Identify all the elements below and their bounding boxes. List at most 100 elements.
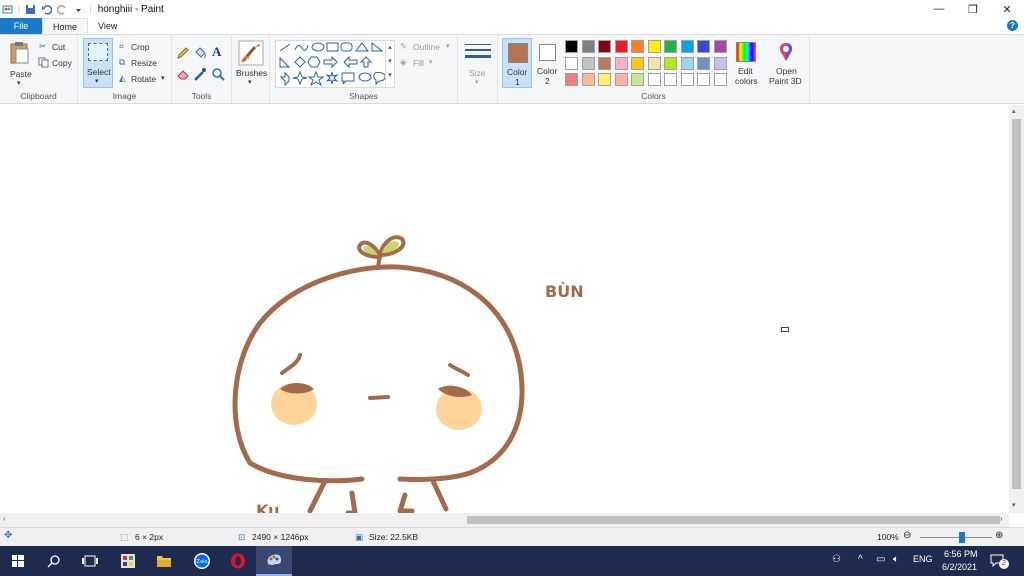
palette-swatch[interactable] xyxy=(680,56,694,70)
palette-swatch[interactable] xyxy=(565,56,578,70)
palette-swatch[interactable] xyxy=(581,40,595,53)
edit-colors-label: Edit xyxy=(738,66,753,76)
battery-icon[interactable]: ▭ xyxy=(876,554,885,565)
palette-swatch[interactable] xyxy=(647,40,661,53)
scroll-right-icon[interactable]: › xyxy=(1000,514,1003,523)
clock-time[interactable]: 6:56 PM xyxy=(944,549,978,559)
copy-button[interactable]: Copy xyxy=(38,57,74,69)
scroll-up-icon[interactable]: ▴ xyxy=(1012,107,1016,115)
text-tool-icon[interactable]: A xyxy=(212,44,221,60)
paint-app-icon[interactable] xyxy=(2,4,13,15)
paste-button[interactable]: Paste ▾ xyxy=(4,39,36,87)
taskbar-paint-active[interactable] xyxy=(256,546,292,576)
people-icon[interactable]: ⚇ xyxy=(832,554,841,565)
task-view-button[interactable] xyxy=(72,546,108,576)
palette-swatch[interactable] xyxy=(598,56,611,70)
vertical-scrollbar[interactable]: ▴ ▾ xyxy=(1009,105,1024,513)
shapes-gallery[interactable]: ▴ ▾ ▾ xyxy=(275,40,395,88)
paste-dropdown-icon[interactable]: ▾ xyxy=(17,79,21,87)
scroll-left-icon[interactable]: ‹ xyxy=(3,514,6,523)
palette-swatch[interactable] xyxy=(697,73,710,86)
scroll-down-icon[interactable]: ▾ xyxy=(1012,501,1016,509)
canvas[interactable]: BÙN Ku xyxy=(0,105,1009,513)
open-paint3d-button[interactable]: Open Paint 3D xyxy=(766,38,806,88)
palette-swatch[interactable] xyxy=(598,73,611,86)
palette-swatch[interactable] xyxy=(614,40,628,53)
resize-handle-icon[interactable] xyxy=(781,327,789,332)
palette-swatch[interactable] xyxy=(631,73,644,86)
select-icon xyxy=(88,43,108,61)
select-button[interactable]: Select ▾ xyxy=(83,38,113,88)
palette-swatch[interactable] xyxy=(713,40,727,53)
zoom-slider[interactable] xyxy=(920,532,992,543)
palette-swatch[interactable] xyxy=(647,73,661,86)
palette-swatch[interactable] xyxy=(598,40,611,53)
palette-swatch[interactable] xyxy=(565,73,578,86)
restore-button[interactable]: ❐ xyxy=(956,0,990,18)
edit-colors-button[interactable]: Edit colors xyxy=(732,38,762,88)
undo-icon[interactable] xyxy=(41,4,53,15)
palette-swatch[interactable] xyxy=(664,73,677,86)
select-dropdown-icon[interactable]: ▾ xyxy=(95,77,99,85)
shapes-scroll[interactable]: ▴ ▾ ▾ xyxy=(385,41,394,87)
zoom-slider-thumb[interactable] xyxy=(958,532,965,543)
language-indicator[interactable]: ENG xyxy=(913,554,933,564)
close-button[interactable]: ✕ xyxy=(990,0,1024,18)
color2-button[interactable]: Color 2 xyxy=(534,38,562,88)
palette-swatch[interactable] xyxy=(697,56,710,70)
color1-button[interactable]: Color 1 xyxy=(502,38,532,88)
palette-swatch[interactable] xyxy=(614,73,628,86)
cut-button[interactable]: ✂ Cut xyxy=(38,41,74,53)
minimize-button[interactable]: — xyxy=(922,0,956,18)
pencil-icon[interactable] xyxy=(176,46,190,60)
palette-swatch[interactable] xyxy=(713,73,727,86)
customize-quick-access-icon[interactable] xyxy=(73,4,84,15)
fill-dropdown-icon: ▾ xyxy=(429,59,433,66)
horizontal-scroll-thumb[interactable] xyxy=(467,516,1000,524)
tab-home[interactable]: Home xyxy=(42,18,89,34)
eraser-icon[interactable] xyxy=(176,67,190,81)
help-icon[interactable]: ? xyxy=(1007,20,1018,31)
open-paint3d-label-2: Paint 3D xyxy=(769,76,802,86)
volume-icon[interactable]: 🔈︎ xyxy=(893,554,899,565)
notifications-button[interactable]: 2 xyxy=(990,552,1010,570)
palette-swatch[interactable] xyxy=(631,56,644,70)
rotate-button[interactable]: ◭ Rotate ▾ xyxy=(118,73,168,85)
search-button[interactable] xyxy=(36,546,72,576)
palette-swatch[interactable] xyxy=(631,40,644,53)
clipboard-group: Paste ▾ ✂ Cut Copy Clipboard xyxy=(0,35,78,103)
save-icon[interactable] xyxy=(25,4,36,15)
vertical-scroll-thumb[interactable] xyxy=(1012,119,1021,489)
size-button[interactable]: Size ▾ xyxy=(458,35,498,103)
palette-swatch[interactable] xyxy=(581,73,595,86)
show-hidden-icons-icon[interactable]: ^ xyxy=(858,554,863,565)
horizontal-scrollbar[interactable]: ‹ › xyxy=(0,513,1009,527)
palette-swatch[interactable] xyxy=(664,56,677,70)
palette-swatch[interactable] xyxy=(713,56,727,70)
tab-view[interactable]: View xyxy=(88,18,127,34)
palette-swatch[interactable] xyxy=(680,40,694,53)
fill-bucket-icon[interactable] xyxy=(193,46,207,60)
taskbar-zalo[interactable]: Zalo xyxy=(184,546,220,576)
taskbar-app-paint-tools[interactable] xyxy=(110,546,146,576)
crop-button[interactable]: ⌗ Crop xyxy=(118,41,168,53)
palette-swatch[interactable] xyxy=(647,56,661,70)
magnifier-icon[interactable] xyxy=(211,67,225,81)
palette-swatch[interactable] xyxy=(614,56,628,70)
color-picker-icon[interactable] xyxy=(193,67,207,81)
palette-swatch[interactable] xyxy=(664,40,677,53)
palette-swatch[interactable] xyxy=(581,56,595,70)
redo-icon[interactable] xyxy=(57,4,68,15)
zoom-out-icon[interactable]: ⊖ xyxy=(903,530,911,541)
start-button[interactable] xyxy=(0,546,36,576)
taskbar-file-explorer[interactable] xyxy=(146,546,182,576)
tab-file[interactable]: File xyxy=(0,18,42,34)
palette-swatch[interactable] xyxy=(697,40,710,53)
palette-swatch[interactable] xyxy=(565,40,578,53)
clock-date[interactable]: 6/2/2021 xyxy=(942,562,977,572)
palette-swatch[interactable] xyxy=(680,73,694,86)
taskbar-opera[interactable] xyxy=(220,546,256,576)
brushes-button[interactable]: Brushes ▾ xyxy=(232,35,270,103)
zoom-in-icon[interactable]: ⊕ xyxy=(995,530,1003,541)
resize-button[interactable]: ⧉ Resize xyxy=(118,57,168,69)
